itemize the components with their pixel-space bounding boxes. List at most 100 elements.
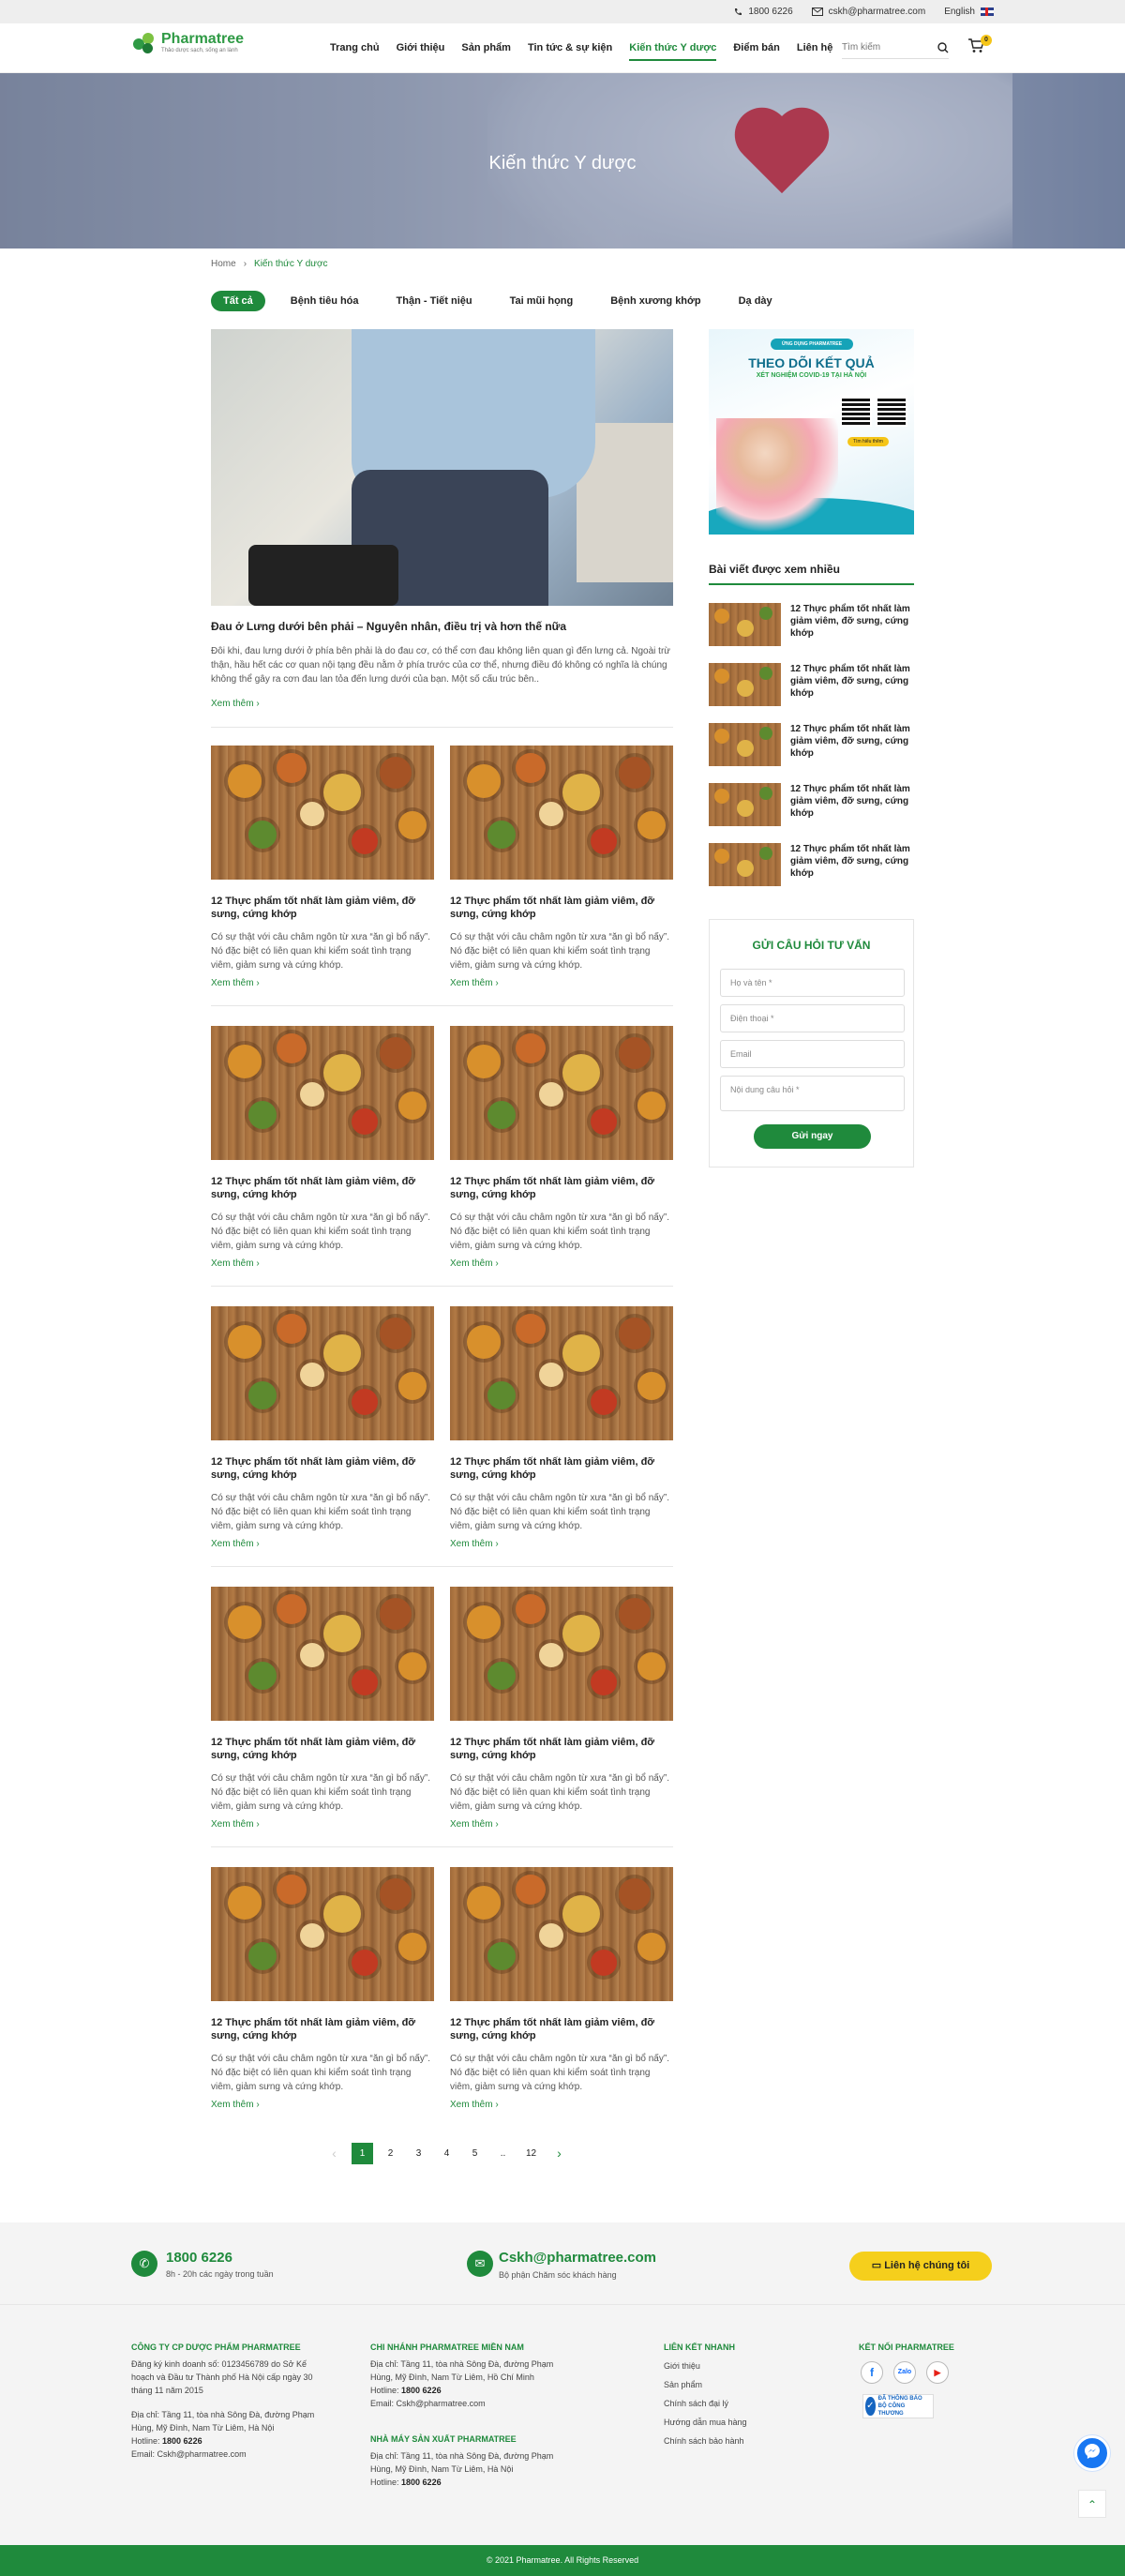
article-title[interactable]: 12 Thực phẩm tốt nhất làm giảm viêm, đỡ …	[211, 895, 434, 921]
topbar-phone[interactable]: 1800 6226	[733, 7, 793, 17]
article-title[interactable]: 12 Thực phẩm tốt nhất làm giảm viêm, đỡ …	[450, 895, 673, 921]
popular-post-item[interactable]: 12 Thực phẩm tốt nhất làm giảm viêm, đỡ …	[709, 843, 914, 886]
popular-post-item[interactable]: 12 Thực phẩm tốt nhất làm giảm viêm, đỡ …	[709, 723, 914, 766]
article-image[interactable]	[450, 1026, 673, 1160]
question-field[interactable]: Nội dung câu hỏi *	[720, 1076, 905, 1111]
read-more-label: Xem thêm	[450, 1539, 493, 1549]
breadcrumb-home[interactable]: Home	[211, 259, 236, 269]
footer-company-address: Địa chỉ: Tầng 11, tòa nhà Sông Đà, đường…	[131, 2410, 315, 2433]
youtube-icon[interactable]: ▶	[926, 2361, 949, 2384]
article-read-more-link[interactable]: Xem thêm ›	[450, 1539, 673, 1549]
contact-phone[interactable]: 1800 6226	[166, 2250, 232, 2266]
article-read-more-link[interactable]: Xem thêm ›	[450, 978, 673, 988]
nav-about[interactable]: Giới thiệu	[397, 23, 445, 72]
featured-read-more-link[interactable]: Xem thêm ›	[211, 699, 260, 709]
popular-post-item[interactable]: 12 Thực phẩm tốt nhất làm giảm viêm, đỡ …	[709, 603, 914, 646]
article-card: 12 Thực phẩm tốt nhất làm giảm viêm, đỡ …	[450, 1867, 673, 2110]
cart-button[interactable]: 0	[968, 35, 992, 57]
page-5[interactable]: 5	[464, 2143, 486, 2164]
page-12[interactable]: 12	[520, 2143, 542, 2164]
nav-news[interactable]: Tin tức & sự kiện	[528, 23, 612, 72]
app-promo-banner[interactable]: ỨNG DỤNG PHARMATREE THEO DÕI KẾT QUẢ XÉT…	[709, 329, 914, 535]
article-title[interactable]: 12 Thực phẩm tốt nhất làm giảm viêm, đỡ …	[211, 1736, 434, 1762]
tab-stomach[interactable]: Dạ dày	[727, 291, 785, 311]
article-image[interactable]	[211, 1306, 434, 1440]
article-image[interactable]	[450, 1306, 673, 1440]
pagination-prev[interactable]: ‹	[323, 2143, 345, 2164]
language-switcher[interactable]: English	[944, 7, 994, 17]
article-read-more-link[interactable]: Xem thêm ›	[211, 1539, 434, 1549]
popular-post-item[interactable]: 12 Thực phẩm tốt nhất làm giảm viêm, đỡ …	[709, 783, 914, 826]
nav-stores[interactable]: Điểm bán	[733, 23, 780, 72]
contact-us-button[interactable]: ▭ Liên hệ chúng tôi	[849, 2252, 992, 2281]
ad-learn-more: Tìm hiểu thêm	[848, 437, 889, 446]
footer-link-agency-policy[interactable]: Chính sách đại lý	[664, 2399, 728, 2408]
cart-count-badge: 0	[981, 35, 992, 46]
tab-digestive[interactable]: Bệnh tiêu hóa	[278, 291, 371, 311]
page-1[interactable]: 1	[352, 2143, 373, 2164]
article-read-more-link[interactable]: Xem thêm ›	[211, 1819, 434, 1830]
article-card: 12 Thực phẩm tốt nhất làm giảm viêm, đỡ …	[211, 1026, 434, 1269]
article-read-more-link[interactable]: Xem thêm ›	[211, 978, 434, 988]
tab-all[interactable]: Tất cả	[211, 291, 265, 311]
popular-post-item[interactable]: 12 Thực phẩm tốt nhất làm giảm viêm, đỡ …	[709, 663, 914, 706]
article-title[interactable]: 12 Thực phẩm tốt nhất làm giảm viêm, đỡ …	[211, 1455, 434, 1482]
search-icon[interactable]	[938, 41, 949, 53]
article-image[interactable]	[211, 1587, 434, 1721]
featured-article-title[interactable]: Đau ở Lưng dưới bên phải – Nguyên nhân, …	[211, 620, 673, 633]
tab-kidney-urinary[interactable]: Thận - Tiết niệu	[384, 291, 485, 311]
article-title[interactable]: 12 Thực phẩm tốt nhất làm giảm viêm, đỡ …	[450, 2016, 673, 2042]
featured-article-image[interactable]	[211, 329, 673, 606]
nav-products[interactable]: Sản phẩm	[461, 23, 511, 72]
ministry-registered-badge[interactable]: ✓ ĐÃ THÔNG BÁO BỘ CÔNG THƯƠNG	[862, 2394, 934, 2418]
footer-link-buying-guide[interactable]: Hướng dẫn mua hàng	[664, 2418, 746, 2427]
article-title[interactable]: 12 Thực phẩm tốt nhất làm giảm viêm, đỡ …	[450, 1736, 673, 1762]
footer-link-warranty-policy[interactable]: Chính sách bảo hành	[664, 2436, 744, 2446]
messenger-icon[interactable]	[1074, 2435, 1110, 2471]
topbar-email[interactable]: cskh@pharmatree.com	[811, 7, 925, 17]
article-read-more-link[interactable]: Xem thêm ›	[450, 1258, 673, 1269]
zalo-icon[interactable]: Zalo	[893, 2361, 916, 2384]
page-2[interactable]: 2	[380, 2143, 401, 2164]
page-4[interactable]: 4	[436, 2143, 458, 2164]
tab-ent[interactable]: Tai mũi họng	[498, 291, 586, 311]
divider	[211, 1286, 673, 1287]
article-read-more-link[interactable]: Xem thêm ›	[211, 2100, 434, 2110]
logo[interactable]: Pharmatree Thảo dược sạch, sống an lành	[131, 31, 244, 55]
article-card: 12 Thực phẩm tốt nhất làm giảm viêm, đỡ …	[450, 1026, 673, 1269]
back-to-top-button[interactable]: ⌃	[1078, 2490, 1106, 2518]
article-image[interactable]	[450, 1587, 673, 1721]
contact-email[interactable]: Cskh@pharmatree.com	[499, 2250, 656, 2266]
article-read-more-link[interactable]: Xem thêm ›	[211, 1258, 434, 1269]
article-title[interactable]: 12 Thực phẩm tốt nhất làm giảm viêm, đỡ …	[450, 1175, 673, 1201]
hotline-value: 1800 6226	[401, 2478, 442, 2487]
facebook-icon[interactable]: f	[861, 2361, 883, 2384]
nav-medical-knowledge[interactable]: Kiến thức Y dược	[629, 23, 717, 72]
article-title[interactable]: 12 Thực phẩm tốt nhất làm giảm viêm, đỡ …	[211, 2016, 434, 2042]
phone-field[interactable]: Điện thoại *	[720, 1004, 905, 1032]
article-image[interactable]	[450, 1867, 673, 2001]
article-read-more-link[interactable]: Xem thêm ›	[450, 1819, 673, 1830]
email-field[interactable]: Email	[720, 1040, 905, 1068]
name-field[interactable]: Họ và tên *	[720, 969, 905, 997]
tab-bone-joint[interactable]: Bệnh xương khớp	[598, 291, 712, 311]
search-input[interactable]	[842, 42, 917, 53]
chevron-right-icon: ›	[256, 2100, 260, 2110]
topbar-phone-text: 1800 6226	[748, 7, 793, 17]
article-title[interactable]: 12 Thực phẩm tốt nhất làm giảm viêm, đỡ …	[450, 1455, 673, 1482]
chevron-up-icon: ⌃	[1087, 2498, 1098, 2511]
article-image[interactable]	[211, 1867, 434, 2001]
article-image[interactable]	[211, 746, 434, 880]
nav-home[interactable]: Trang chủ	[330, 23, 380, 72]
article-image[interactable]	[450, 746, 673, 880]
page-3[interactable]: 3	[408, 2143, 429, 2164]
article-read-more-link[interactable]: Xem thêm ›	[450, 2100, 673, 2110]
footer-link-about[interactable]: Giới thiệu	[664, 2361, 700, 2371]
article-image[interactable]	[211, 1026, 434, 1160]
footer-link-products[interactable]: Sản phẩm	[664, 2380, 702, 2389]
nav-contact[interactable]: Liên hệ	[797, 23, 833, 72]
submit-button[interactable]: Gửi ngay	[754, 1124, 871, 1149]
article-excerpt: Có sự thật với câu châm ngôn từ xưa “ăn …	[211, 1213, 430, 1251]
pagination-next[interactable]: ›	[548, 2143, 570, 2164]
article-title[interactable]: 12 Thực phẩm tốt nhất làm giảm viêm, đỡ …	[211, 1175, 434, 1201]
